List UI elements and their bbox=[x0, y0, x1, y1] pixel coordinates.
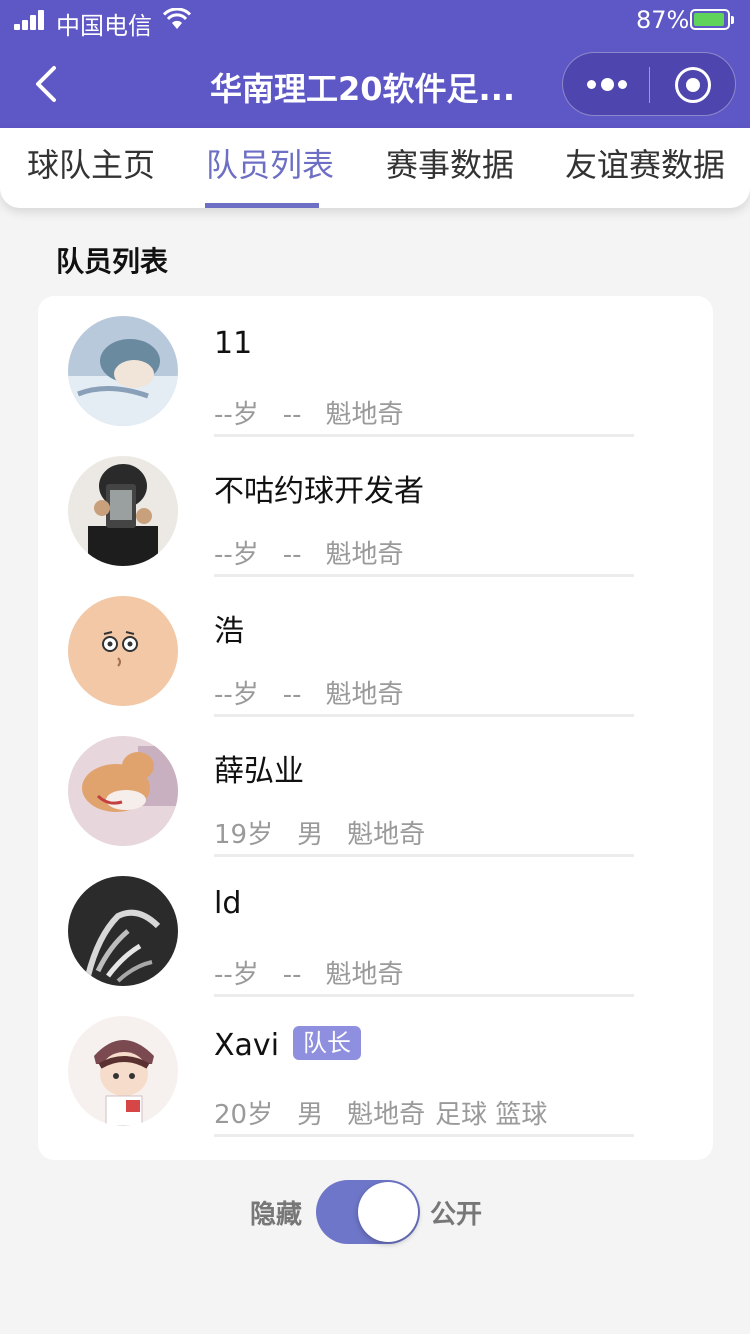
battery-percent: 87% bbox=[636, 6, 690, 34]
player-gender: 男 bbox=[297, 1100, 324, 1130]
player-info: --岁 -- 魁地奇 bbox=[214, 674, 428, 711]
back-icon[interactable] bbox=[28, 62, 68, 106]
player-name: 浩 bbox=[214, 614, 244, 649]
more-icon[interactable] bbox=[587, 75, 629, 95]
player-name-text: Xavi bbox=[214, 1028, 280, 1063]
player-name: 11 bbox=[214, 326, 253, 361]
player-age: --岁 bbox=[214, 540, 259, 570]
list-item[interactable]: 浩 --岁 -- 魁地奇 bbox=[38, 576, 713, 717]
tab-match-data[interactable]: 赛事数据 bbox=[386, 140, 514, 186]
list-item[interactable]: ld --岁 -- 魁地奇 bbox=[38, 856, 713, 997]
status-bar: 中国电信 87% bbox=[0, 0, 750, 40]
player-name: ld bbox=[214, 886, 242, 921]
tab-bar: 球队主页 队员列表 赛事数据 友谊赛数据 bbox=[0, 128, 750, 208]
player-info: 20岁男魁地奇 足球 篮球 bbox=[214, 1094, 571, 1131]
avatar bbox=[68, 316, 178, 426]
player-list-card: 11 --岁 -- 魁地奇 不咕约球开发者 --岁 -- 魁地奇 浩 --岁 -… bbox=[38, 296, 713, 1160]
list-item[interactable]: 11 --岁 -- 魁地奇 bbox=[38, 296, 713, 437]
player-gender: -- bbox=[282, 540, 302, 570]
player-name: 不咕约球开发者 bbox=[214, 474, 424, 509]
player-position: 魁地奇 bbox=[325, 680, 404, 710]
signal-icon bbox=[14, 10, 48, 30]
active-tab-indicator bbox=[205, 203, 319, 208]
top-bar: 中国电信 87% 华南理工20软件足... bbox=[0, 0, 750, 128]
mini-program-capsule bbox=[562, 52, 736, 116]
player-position: 魁地奇 bbox=[325, 400, 404, 430]
avatar bbox=[68, 876, 178, 986]
toggle-label-hide: 隐藏 bbox=[250, 1200, 303, 1230]
player-age: 19岁 bbox=[214, 820, 274, 850]
wifi-icon bbox=[162, 7, 192, 30]
list-item[interactable]: Xavi 队长 20岁男魁地奇 足球 篮球 bbox=[38, 996, 713, 1137]
section-title: 队员列表 bbox=[56, 245, 169, 278]
close-mini-program-icon[interactable] bbox=[675, 67, 711, 103]
player-info: --岁 -- 魁地奇 bbox=[214, 954, 428, 991]
avatar bbox=[68, 736, 178, 846]
player-gender: -- bbox=[282, 400, 302, 430]
player-info: --岁 -- 魁地奇 bbox=[214, 394, 428, 431]
player-gender: -- bbox=[282, 680, 302, 710]
player-gender: -- bbox=[282, 960, 302, 990]
visibility-toggle[interactable] bbox=[316, 1180, 420, 1244]
avatar bbox=[68, 596, 178, 706]
player-age: --岁 bbox=[214, 400, 259, 430]
player-info: --岁 -- 魁地奇 bbox=[214, 534, 428, 571]
player-gender: 男 bbox=[297, 820, 324, 850]
avatar bbox=[68, 456, 178, 566]
divider bbox=[214, 1134, 634, 1137]
visibility-toggle-group: 隐藏 公开 bbox=[250, 1180, 510, 1244]
player-sports: 足球 篮球 bbox=[435, 1100, 548, 1130]
carrier-label: 中国电信 bbox=[56, 12, 152, 40]
avatar bbox=[68, 1016, 178, 1126]
tab-friendly-match-data[interactable]: 友谊赛数据 bbox=[565, 140, 725, 186]
captain-badge: 队长 bbox=[293, 1026, 362, 1060]
player-age: 20岁 bbox=[214, 1100, 274, 1130]
page-title: 华南理工20软件足... bbox=[210, 70, 516, 108]
battery-icon bbox=[690, 9, 734, 30]
player-age: --岁 bbox=[214, 680, 259, 710]
player-position: 魁地奇 bbox=[347, 820, 426, 850]
player-name: Xavi 队长 bbox=[214, 1026, 362, 1063]
list-item[interactable]: 不咕约球开发者 --岁 -- 魁地奇 bbox=[38, 436, 713, 577]
player-position: 魁地奇 bbox=[325, 960, 404, 990]
player-position: 魁地奇 bbox=[347, 1100, 426, 1130]
player-age: --岁 bbox=[214, 960, 259, 990]
list-item[interactable]: 薛弘业 19岁男魁地奇 bbox=[38, 716, 713, 857]
toggle-knob bbox=[358, 1182, 418, 1242]
tab-team-home[interactable]: 球队主页 bbox=[27, 140, 155, 186]
player-info: 19岁男魁地奇 bbox=[214, 814, 449, 851]
tab-player-list[interactable]: 队员列表 bbox=[206, 140, 334, 186]
toggle-label-public: 公开 bbox=[430, 1200, 483, 1230]
player-position: 魁地奇 bbox=[325, 540, 404, 570]
player-name: 薛弘业 bbox=[214, 754, 304, 789]
